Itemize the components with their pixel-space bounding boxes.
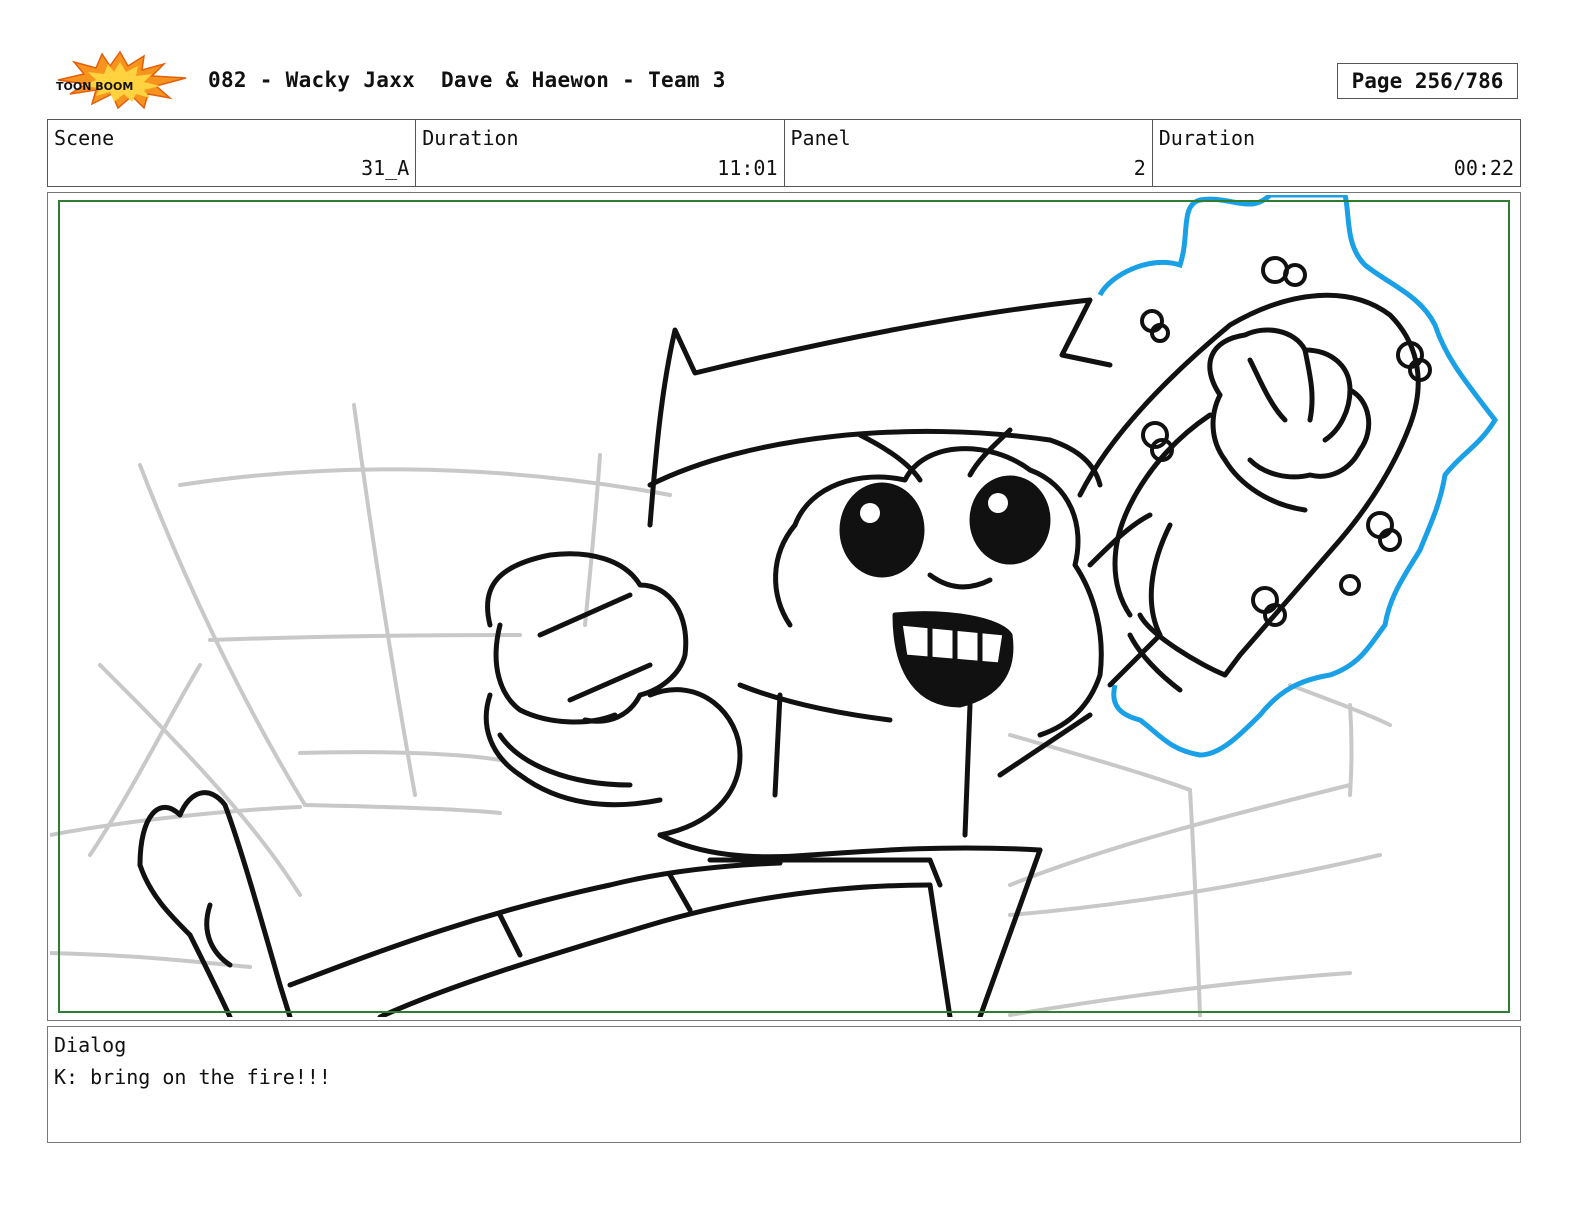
dialog-text: K: bring on the fire!!! <box>54 1065 331 1089</box>
scene-label: Scene <box>54 126 115 150</box>
scene-duration-label: Duration <box>422 126 519 150</box>
scene-duration-cell: Duration 11:01 <box>416 120 785 186</box>
panel-value: 2 <box>1133 156 1146 180</box>
storyboard-drawing <box>50 195 1510 1017</box>
scene-cell: Scene 31_A <box>48 120 417 186</box>
safe-area-guide <box>58 200 1510 1013</box>
panel-duration-label: Duration <box>1158 126 1256 150</box>
dialog-label: Dialog <box>54 1033 127 1057</box>
info-row: Scene 31_A Duration 11:01 Panel 2 Durati… <box>47 119 1521 187</box>
document-title: 082 - Wacky Jaxx Dave & Haewon - Team 3 <box>208 68 726 92</box>
logo-text: TOON BOOM <box>56 80 133 93</box>
scene-duration-value: 11:01 <box>717 156 778 180</box>
page-indicator: Page 256/786 <box>1337 63 1518 99</box>
panel-label: Panel <box>790 126 851 150</box>
panel-duration-value: 00:22 <box>1453 156 1514 180</box>
dialog-box: Dialog K: bring on the fire!!! <box>47 1026 1521 1143</box>
scene-value: 31_A <box>361 156 410 180</box>
toon-boom-logo: TOON BOOM <box>56 50 187 110</box>
panel-cell: Panel 2 <box>785 120 1153 186</box>
panel-duration-cell: Duration 00:22 <box>1153 120 1520 186</box>
